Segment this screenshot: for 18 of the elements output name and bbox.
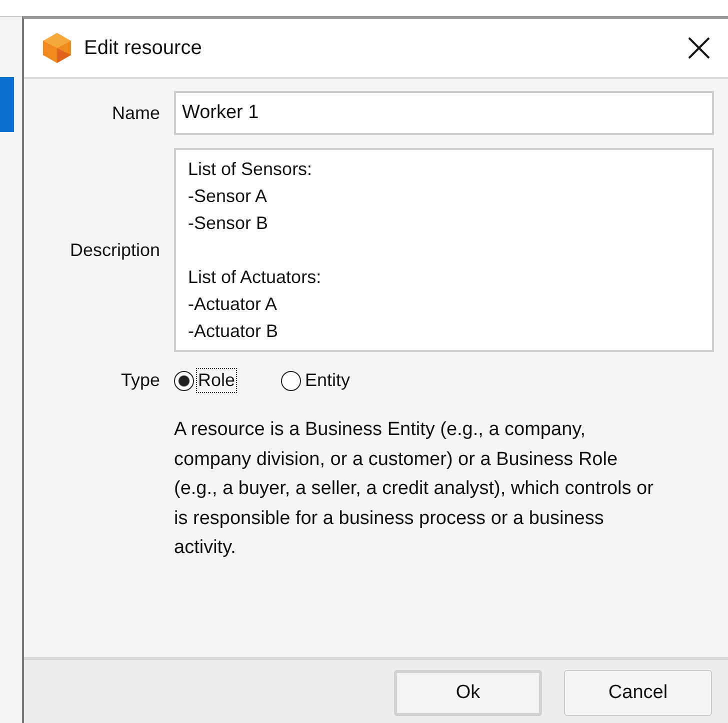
dialog-button[interactable]: Ok: [394, 670, 542, 716]
radio-option[interactable]: Role: [174, 368, 238, 393]
radio-option[interactable]: Entity: [281, 368, 352, 393]
close-icon[interactable]: [688, 37, 710, 59]
radio-label: Role: [196, 368, 238, 393]
help-text: A resource is a Business Entity (e.g., a company, company division, or a customer) or a Business Role (e.g., a buyer, a seller, a credit analyst), which controls or is responsible for a business process or a business activity.: [174, 418, 654, 560]
window-title: Edit resource: [84, 36, 202, 60]
field-label: Description: [68, 240, 161, 260]
description-field[interactable]: List of Sensors: -Sensor A -Sensor B List of Actuators: -Actuator A -Actuator B: [174, 148, 714, 352]
radio-button[interactable]: [281, 370, 302, 390]
dialog-button[interactable]: Cancel: [564, 670, 712, 716]
field-label: Name: [110, 102, 161, 124]
selection-bar: [0, 77, 14, 132]
field-label: Type: [120, 370, 161, 391]
hexagon-logo-icon: [42, 32, 72, 64]
radio-label: Entity: [304, 369, 352, 392]
name-field[interactable]: Worker 1: [174, 91, 714, 135]
radio-button[interactable]: [174, 370, 194, 390]
